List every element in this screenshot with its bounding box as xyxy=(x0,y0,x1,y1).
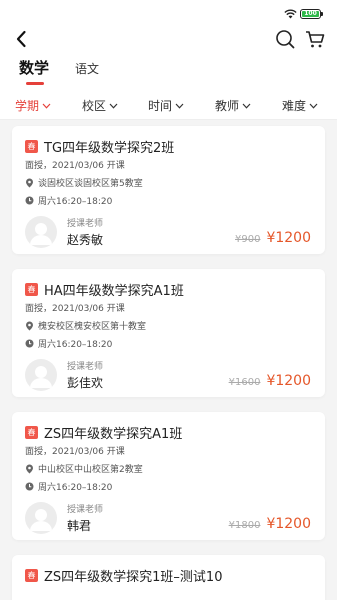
mode-date-text: 面授，2021/03/06 开课 xyxy=(25,161,125,171)
wifi-icon xyxy=(284,9,297,19)
search-button[interactable] xyxy=(273,27,297,51)
filter-difficulty[interactable]: 难度 xyxy=(282,97,318,114)
location-pin-icon xyxy=(26,321,33,330)
course-location: 槐安校区槐安校区第十教室 xyxy=(25,319,146,332)
chevron-down-icon xyxy=(242,103,251,109)
course-time: 周六16:20–18:20 xyxy=(25,480,112,493)
clock-icon xyxy=(25,339,34,348)
teacher-label: 授课老师 xyxy=(67,362,104,372)
course-mode-date: 面授，2021/03/06 开课 xyxy=(25,301,125,314)
chevron-down-icon xyxy=(42,103,51,109)
course-location: 中山校区中山校区第2教室 xyxy=(25,462,143,475)
tab-chinese[interactable]: 语文 xyxy=(75,60,99,77)
price-block: ¥1600 ¥1200 xyxy=(229,373,311,389)
current-price: ¥1200 xyxy=(266,516,311,532)
chevron-down-icon xyxy=(309,103,318,109)
time-text: 周六16:20–18:20 xyxy=(38,483,113,493)
current-price: ¥1200 xyxy=(266,373,311,389)
active-tab-indicator xyxy=(26,82,44,85)
filter-campus[interactable]: 校区 xyxy=(82,97,118,114)
course-mode-date: 面授，2021/03/06 开课 xyxy=(25,158,125,171)
cart-button[interactable] xyxy=(303,27,327,51)
time-text: 周六16:20–18:20 xyxy=(38,340,113,350)
time-text: 周六16:20–18:20 xyxy=(38,197,113,207)
season-badge: 春 xyxy=(25,140,38,153)
clock-icon xyxy=(25,196,34,205)
battery-level: 100 xyxy=(302,11,319,17)
battery-icon: 100 xyxy=(300,9,323,19)
course-card[interactable]: 春 ZS四年级数学探究A1班 面授，2021/03/06 开课 中山校区中山校区… xyxy=(12,412,325,540)
course-title: ZS四年级数学探究A1班 xyxy=(44,427,183,442)
subject-tabs: 数学 语文 xyxy=(0,54,337,92)
original-price: ¥900 xyxy=(235,234,261,245)
status-bar: 100 xyxy=(0,0,337,24)
course-card[interactable]: 春 TG四年级数学探究2班 面授，2021/03/06 开课 谈固校区谈固校区第… xyxy=(12,126,325,254)
course-title-row: 春 ZS四年级数学探究A1班 xyxy=(25,423,182,442)
location-text: 中山校区中山校区第2教室 xyxy=(38,465,143,475)
teacher-block: 授课老师 韩君 xyxy=(25,502,103,534)
location-text: 槐安校区槐安校区第十教室 xyxy=(38,322,147,332)
teacher-label: 授课老师 xyxy=(67,505,104,515)
filter-time[interactable]: 时间 xyxy=(148,97,184,114)
filter-label: 时间 xyxy=(148,99,173,113)
course-title-row: 春 TG四年级数学探究2班 xyxy=(25,137,174,156)
location-text: 谈固校区谈固校区第5教室 xyxy=(38,179,143,189)
avatar xyxy=(25,359,57,391)
course-mode-date: 面授，2021/03/06 开课 xyxy=(25,444,125,457)
original-price: ¥1800 xyxy=(228,520,261,531)
filter-semester[interactable]: 学期 xyxy=(15,97,51,114)
filter-label: 难度 xyxy=(282,99,307,113)
user-avatar-icon xyxy=(30,366,52,388)
season-badge: 春 xyxy=(25,283,38,296)
chevron-down-icon xyxy=(109,103,118,109)
filter-label: 教师 xyxy=(215,99,240,113)
clock-icon xyxy=(25,482,34,491)
location-pin-icon xyxy=(26,178,33,187)
location-pin-icon xyxy=(26,464,33,473)
course-time: 周六16:20–18:20 xyxy=(25,337,112,350)
teacher-name: 赵秀敏 xyxy=(67,233,104,247)
course-title: HA四年级数学探究A1班 xyxy=(44,284,184,299)
course-card[interactable]: 春 HA四年级数学探究A1班 面授，2021/03/06 开课 槐安校区槐安校区… xyxy=(12,269,325,397)
nav-bar xyxy=(0,24,337,54)
course-time: 周六16:20–18:20 xyxy=(25,194,112,207)
teacher-block: 授课老师 赵秀敏 xyxy=(25,216,103,248)
original-price: ¥1600 xyxy=(228,377,261,388)
avatar xyxy=(25,216,57,248)
filter-teacher[interactable]: 教师 xyxy=(215,97,251,114)
filter-label: 学期 xyxy=(15,99,40,113)
mode-date-text: 面授，2021/03/06 开课 xyxy=(25,304,125,314)
course-location: 谈固校区谈固校区第5教室 xyxy=(25,176,143,189)
season-badge: 春 xyxy=(25,569,38,582)
search-icon xyxy=(276,30,295,49)
teacher-label: 授课老师 xyxy=(67,219,104,229)
course-title-row: 春 ZS四年级数学探究1班–测试10 xyxy=(25,566,222,585)
status-icons: 100 xyxy=(284,9,323,19)
tab-math[interactable]: 数学 xyxy=(19,57,49,78)
course-title-row: 春 HA四年级数学探究A1班 xyxy=(25,280,184,299)
header: 100 数学 语文 学期 校区 时间 教师 难度 xyxy=(0,0,337,120)
avatar xyxy=(25,502,57,534)
mode-date-text: 面授，2021/03/06 开课 xyxy=(25,447,125,457)
chevron-left-icon xyxy=(16,30,26,48)
teacher-name: 韩君 xyxy=(67,519,92,533)
course-title: TG四年级数学探究2班 xyxy=(44,141,175,156)
filter-label: 校区 xyxy=(82,99,107,113)
price-block: ¥900 ¥1200 xyxy=(235,230,311,246)
teacher-name: 彭佳欢 xyxy=(67,376,104,390)
current-price: ¥1200 xyxy=(266,230,311,246)
course-card[interactable]: 春 ZS四年级数学探究1班–测试10 xyxy=(12,555,325,600)
price-block: ¥1800 ¥1200 xyxy=(229,516,311,532)
cart-icon xyxy=(306,31,325,48)
user-avatar-icon xyxy=(30,223,52,245)
back-button[interactable] xyxy=(10,27,34,51)
season-badge: 春 xyxy=(25,426,38,439)
teacher-block: 授课老师 彭佳欢 xyxy=(25,359,103,391)
course-title: ZS四年级数学探究1班–测试10 xyxy=(44,570,223,585)
user-avatar-icon xyxy=(30,509,52,531)
filter-bar: 学期 校区 时间 教师 难度 xyxy=(0,92,337,120)
chevron-down-icon xyxy=(175,103,184,109)
